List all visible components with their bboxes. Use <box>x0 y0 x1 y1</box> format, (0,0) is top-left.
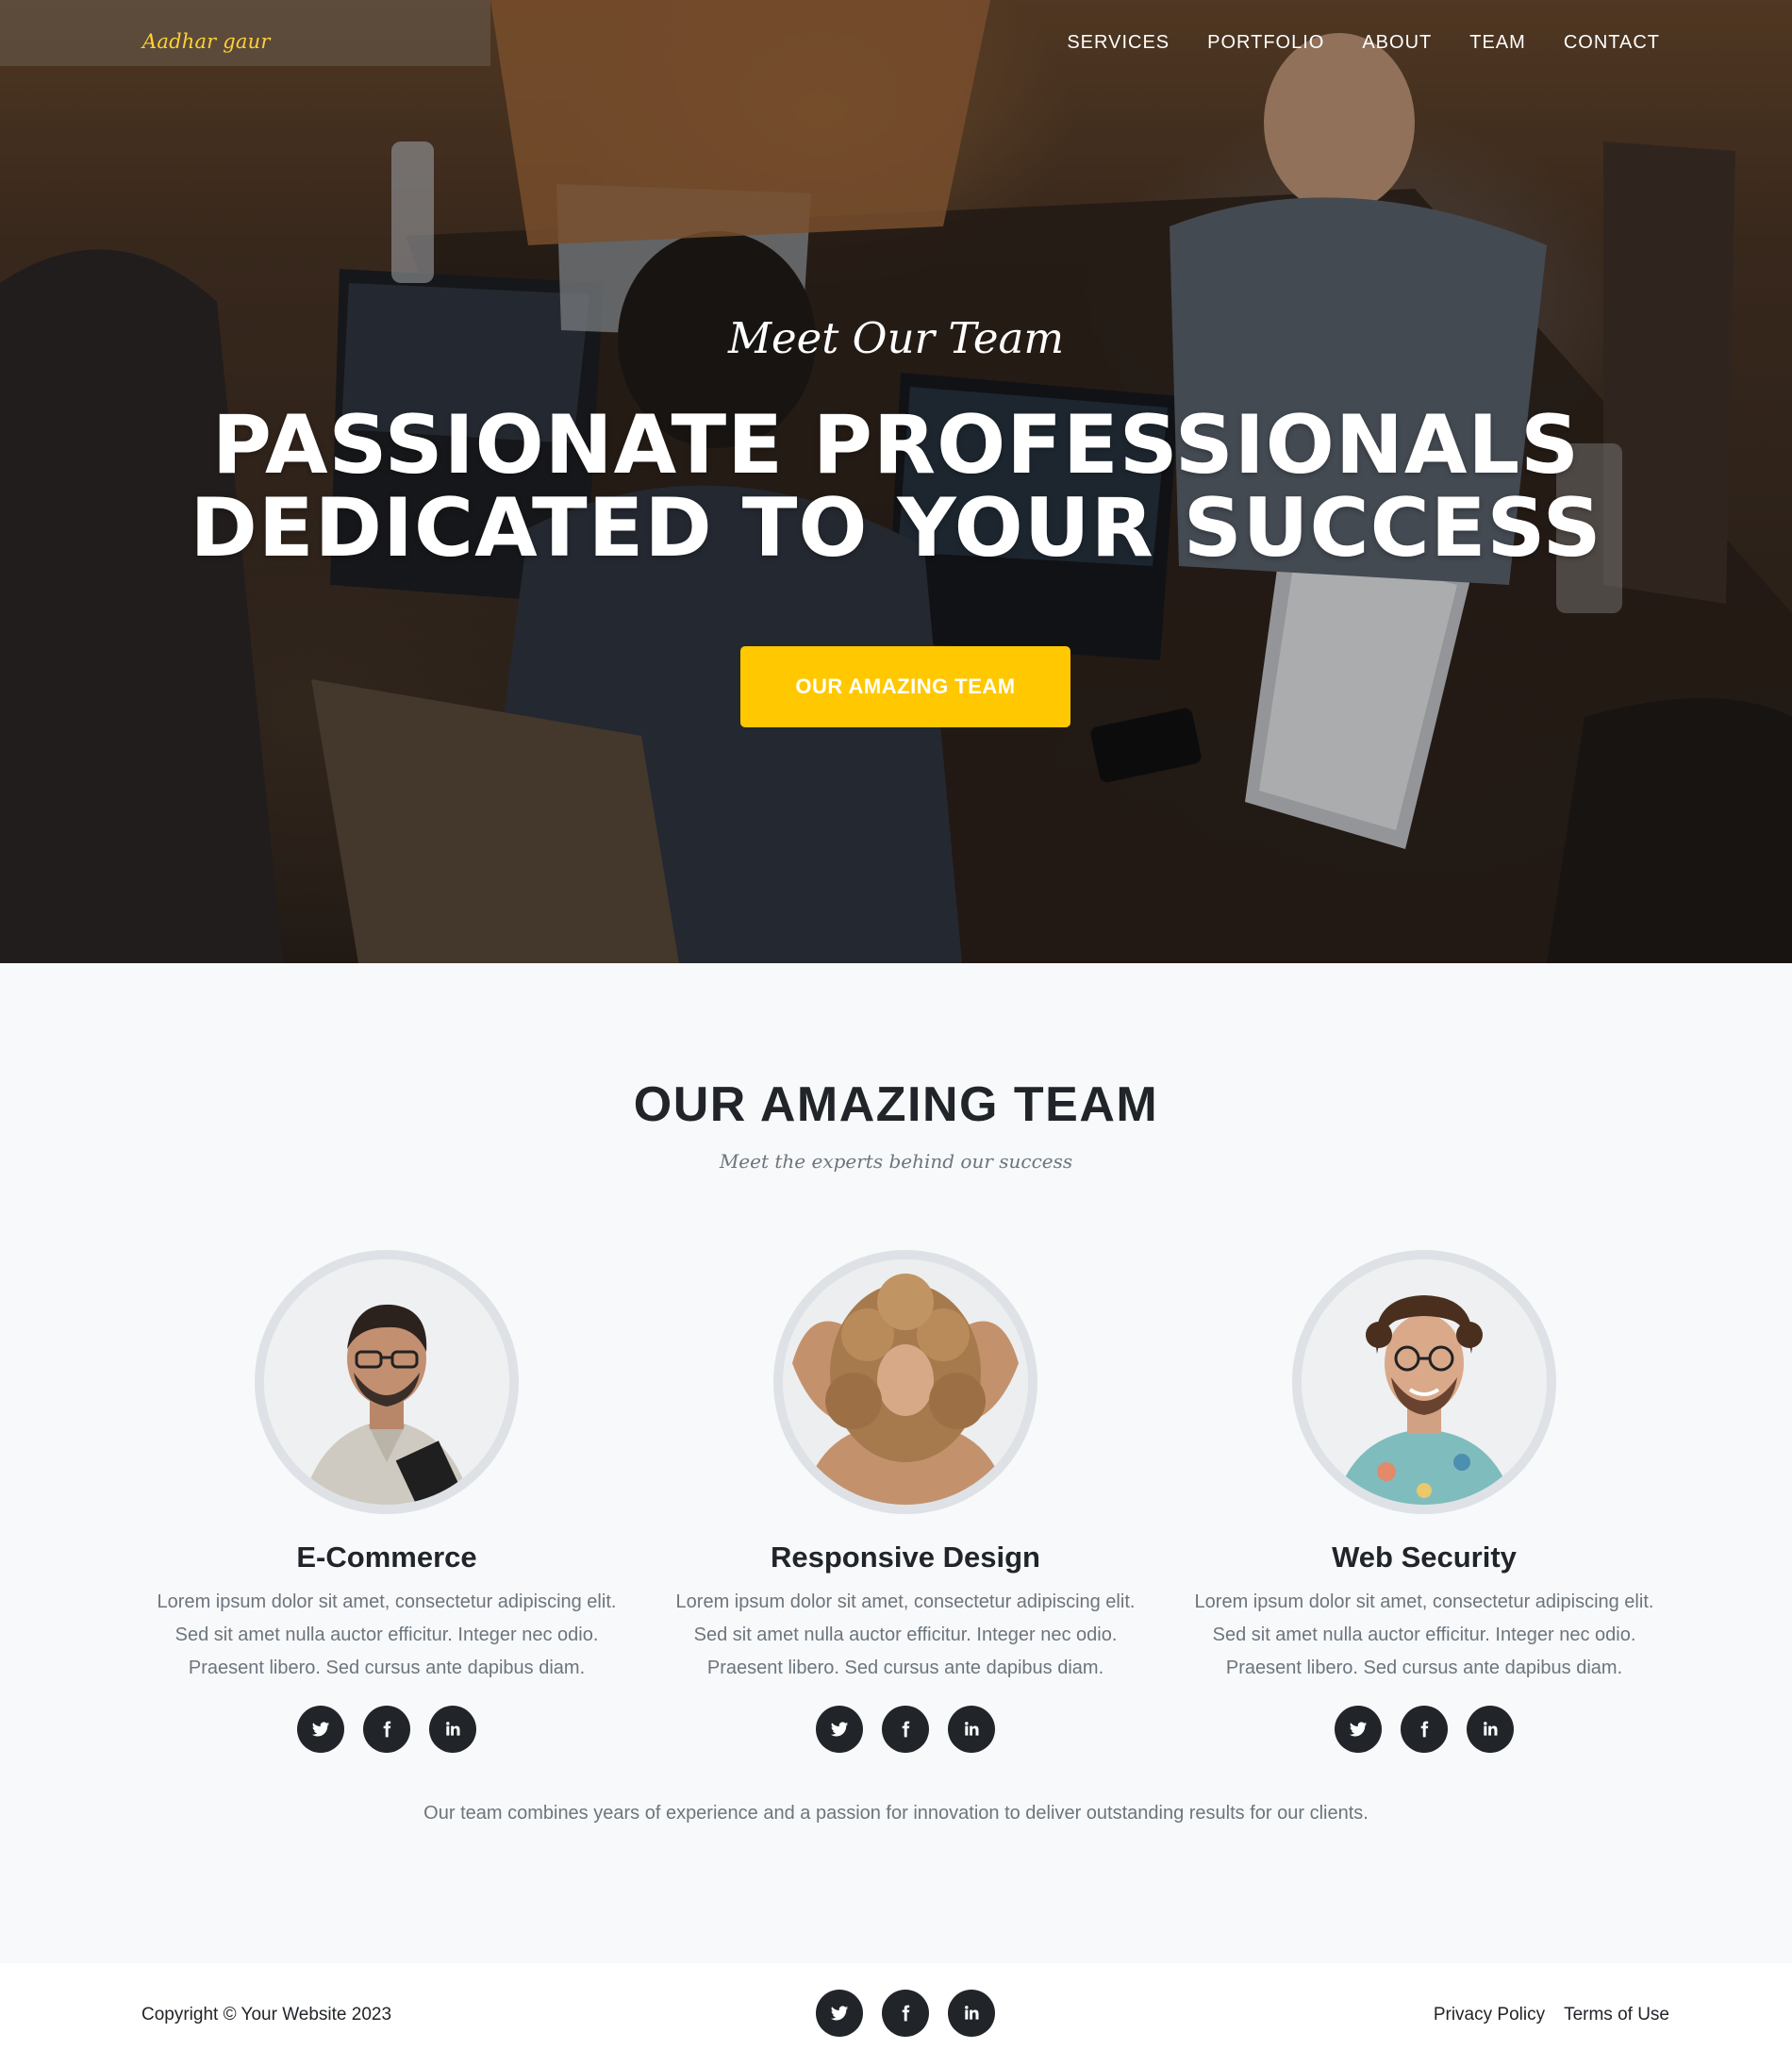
footer: Copyright © Your Website 2023 Privacy Po… <box>0 1963 1792 2066</box>
our-amazing-team-button[interactable]: OUR AMAZING TEAM <box>740 646 1070 727</box>
twitter-icon <box>1349 1722 1368 1737</box>
footer-facebook-button[interactable] <box>882 1990 929 2037</box>
avatar <box>1302 1259 1547 1505</box>
twitter-icon <box>830 1722 849 1737</box>
twitter-button[interactable] <box>297 1706 344 1753</box>
nav-link-portfolio[interactable]: PORTFOLIO <box>1188 28 1343 58</box>
linkedin-button[interactable] <box>948 1706 995 1753</box>
facebook-button[interactable] <box>882 1706 929 1753</box>
team-member-card: Web Security Lorem ipsum dolor sit amet,… <box>1188 1250 1660 1753</box>
avatar-ring <box>255 1250 519 1514</box>
linkedin-icon <box>1484 1722 1498 1736</box>
hero-heading: PASSIONATE PROFESSIONALS DEDICATED TO YO… <box>0 404 1792 570</box>
footer-twitter-button[interactable] <box>816 1990 863 2037</box>
member-description-line: Lorem ipsum dolor sit amet, consectetur … <box>157 1591 617 1612</box>
hero-section: Aadhar gaur SERVICES PORTFOLIO ABOUT TEA… <box>0 0 1792 963</box>
facebook-button[interactable] <box>363 1706 410 1753</box>
facebook-icon <box>383 1721 391 1738</box>
privacy-policy-link[interactable]: Privacy Policy <box>1434 2005 1545 2025</box>
member-description-line: Praesent libero. Sed cursus ante dapibus… <box>188 1658 586 1678</box>
avatar-ring <box>773 1250 1037 1514</box>
linkedin-icon <box>965 1722 979 1736</box>
linkedin-icon <box>446 1722 460 1736</box>
team-member-card: Responsive Design Lorem ipsum dolor sit … <box>670 1250 1141 1753</box>
nav-links: SERVICES PORTFOLIO ABOUT TEAM CONTACT <box>1048 28 1660 58</box>
hero-heading-line2: DEDICATED TO YOUR SUCCESS <box>190 481 1602 575</box>
member-description: Lorem ipsum dolor sit amet, consectetur … <box>1188 1586 1660 1685</box>
twitter-icon <box>830 2006 849 2021</box>
nav-link-contact[interactable]: CONTACT <box>1545 28 1660 58</box>
avatar-ring <box>1292 1250 1556 1514</box>
twitter-button[interactable] <box>1335 1706 1382 1753</box>
facebook-icon <box>1420 1721 1429 1738</box>
facebook-icon <box>902 2005 910 2022</box>
linkedin-button[interactable] <box>429 1706 476 1753</box>
team-section-subheading: Meet the experts behind our success <box>719 1150 1073 1173</box>
terms-of-use-link[interactable]: Terms of Use <box>1564 2005 1669 2025</box>
team-member-card: E-Commerce Lorem ipsum dolor sit amet, c… <box>151 1250 622 1753</box>
member-description-line: Sed sit amet nulla auctor efficitur. Int… <box>1212 1624 1636 1645</box>
hero-subheading: Meet Our Team <box>727 313 1065 363</box>
team-note: Our team combines years of experience an… <box>423 1803 1369 1824</box>
facebook-button[interactable] <box>1401 1706 1448 1753</box>
nav-link-team[interactable]: TEAM <box>1451 28 1545 58</box>
brand-logo[interactable]: Aadhar gaur <box>142 30 271 53</box>
top-navbar: Aadhar gaur SERVICES PORTFOLIO ABOUT TEA… <box>0 0 1792 83</box>
footer-links: Privacy Policy Terms of Use <box>1434 2005 1669 2025</box>
member-description-line: Sed sit amet nulla auctor efficitur. Int… <box>693 1624 1118 1645</box>
copyright-text: Copyright © Your Website 2023 <box>141 2005 392 2024</box>
linkedin-icon <box>965 2006 979 2020</box>
nav-link-about[interactable]: ABOUT <box>1343 28 1451 58</box>
member-socials <box>1188 1706 1660 1753</box>
twitter-icon <box>311 1722 330 1737</box>
avatar <box>783 1259 1028 1505</box>
twitter-button[interactable] <box>816 1706 863 1753</box>
team-section-heading: OUR AMAZING TEAM <box>633 1077 1159 1132</box>
footer-linkedin-button[interactable] <box>948 1990 995 2037</box>
member-description-line: Praesent libero. Sed cursus ante dapibus… <box>1225 1658 1623 1678</box>
member-name: Web Security <box>1332 1541 1517 1574</box>
facebook-icon <box>902 1721 910 1738</box>
member-name: E-Commerce <box>296 1541 477 1574</box>
member-socials <box>151 1706 622 1753</box>
member-name: Responsive Design <box>771 1541 1040 1574</box>
member-description-line: Lorem ipsum dolor sit amet, consectetur … <box>675 1591 1136 1612</box>
avatar <box>264 1259 509 1505</box>
member-description-line: Lorem ipsum dolor sit amet, consectetur … <box>1194 1591 1654 1612</box>
nav-link-services[interactable]: SERVICES <box>1048 28 1188 58</box>
member-description: Lorem ipsum dolor sit amet, consectetur … <box>670 1586 1141 1685</box>
member-description: Lorem ipsum dolor sit amet, consectetur … <box>151 1586 622 1685</box>
linkedin-button[interactable] <box>1467 1706 1514 1753</box>
hero-heading-line1: PASSIONATE PROFESSIONALS <box>211 398 1581 492</box>
member-description-line: Sed sit amet nulla auctor efficitur. Int… <box>174 1624 599 1645</box>
footer-socials <box>816 1990 995 2037</box>
member-socials <box>670 1706 1141 1753</box>
member-description-line: Praesent libero. Sed cursus ante dapibus… <box>706 1658 1104 1678</box>
